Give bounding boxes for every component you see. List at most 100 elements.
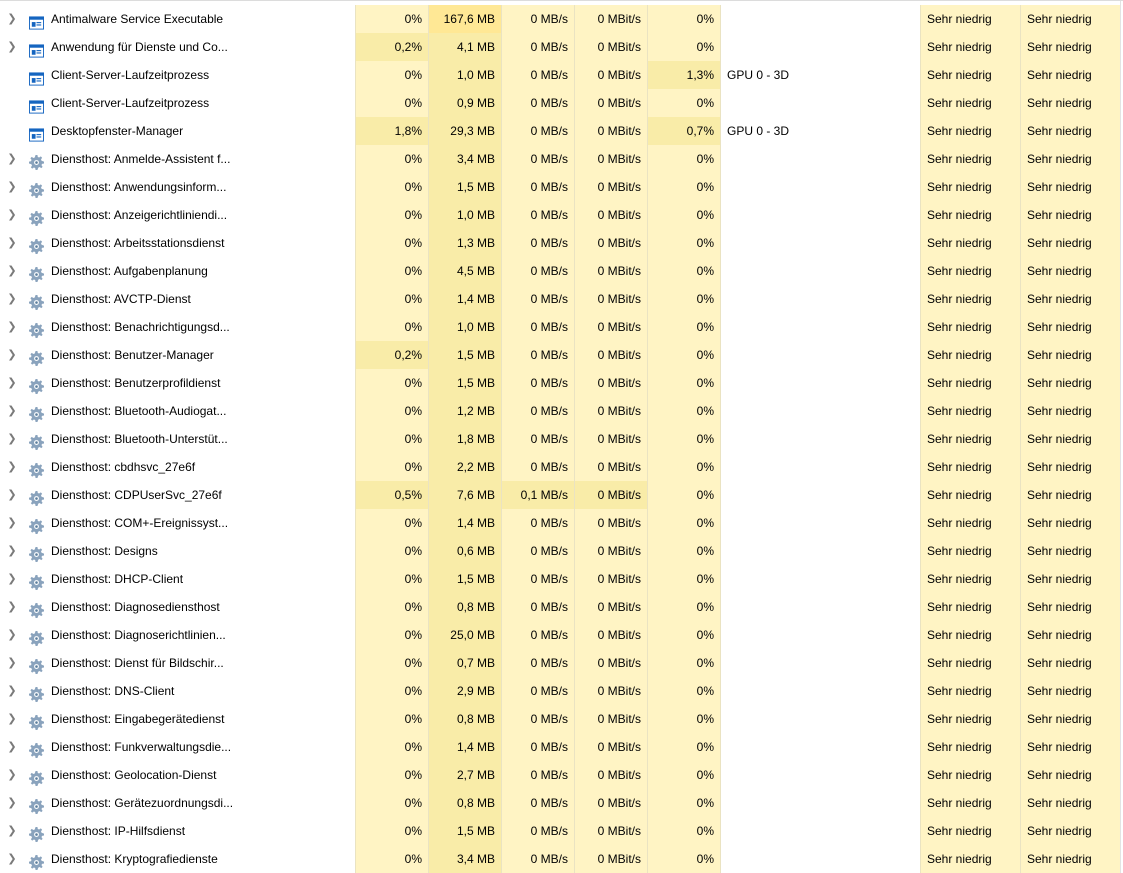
gpu-cell: 0%: [647, 565, 720, 593]
chevron-right-icon[interactable]: ❯: [6, 313, 18, 341]
chevron-right-icon[interactable]: ❯: [6, 397, 18, 425]
gpu-cell: 0%: [647, 89, 720, 117]
process-row[interactable]: Desktopfenster-Manager 1,8% 29,3 MB 0 MB/s…: [0, 117, 1123, 145]
chevron-right-icon[interactable]: ❯: [6, 201, 18, 229]
process-row[interactable]: ❯ Diensthost: Benachrichtigungsd... 0% 1,…: [0, 313, 1123, 341]
process-row[interactable]: ❯ Diensthost: DHCP-Client 0% 1,5 MB 0 MB/s…: [0, 565, 1123, 593]
process-row[interactable]: ❯ Diensthost: COM+-Ereignissyst... 0% 1,4…: [0, 509, 1123, 537]
disk-cell: 0 MB/s: [501, 397, 574, 425]
chevron-right-icon[interactable]: ❯: [6, 509, 18, 537]
process-row[interactable]: ❯ Diensthost: Aufgabenplanung 0% 4,5 MB 0 …: [0, 257, 1123, 285]
chevron-right-icon[interactable]: ❯: [6, 565, 18, 593]
process-row[interactable]: ❯ Diensthost: AVCTP-Dienst 0% 1,4 MB 0 MB/…: [0, 285, 1123, 313]
process-name: Diensthost: Designs: [51, 544, 158, 558]
chevron-right-icon[interactable]: ❯: [6, 453, 18, 481]
cpu-cell: 0%: [355, 145, 428, 173]
chevron-right-icon[interactable]: ❯: [6, 761, 18, 789]
process-row[interactable]: ❯ Diensthost: Bluetooth-Audiogat... 0% 1,…: [0, 397, 1123, 425]
network-cell: 0 MBit/s: [574, 789, 647, 817]
process-row[interactable]: ❯ Diensthost: Bluetooth-Unterstüt... 0% 1…: [0, 425, 1123, 453]
memory-cell: 2,2 MB: [428, 453, 501, 481]
process-name: Diensthost: Gerätezuordnungsdi...: [51, 796, 234, 810]
chevron-right-icon[interactable]: ❯: [6, 593, 18, 621]
chevron-right-icon[interactable]: ❯: [6, 845, 18, 873]
cpu-cell: 0%: [355, 453, 428, 481]
cpu-cell: 0%: [355, 5, 428, 33]
disk-cell: 0 MB/s: [501, 705, 574, 733]
chevron-right-icon[interactable]: ❯: [6, 425, 18, 453]
process-row[interactable]: ❯ Diensthost: Eingabegerätedienst 0% 0,8 …: [0, 705, 1123, 733]
chevron-right-icon[interactable]: ❯: [6, 621, 18, 649]
gpu-engine-cell: [720, 621, 920, 649]
process-row[interactable]: ❯ Diensthost: Geolocation-Dienst 0% 2,7 M…: [0, 761, 1123, 789]
process-row[interactable]: ❯ Diensthost: Benutzerprofildienst 0% 1,5…: [0, 369, 1123, 397]
chevron-right-icon[interactable]: ❯: [6, 733, 18, 761]
power-trend-cell: Sehr niedrig: [1020, 565, 1120, 593]
process-row[interactable]: Client-Server-Laufzeitprozess 0% 1,0 MB 0 …: [0, 61, 1123, 89]
power-trend-cell: Sehr niedrig: [1020, 649, 1120, 677]
gpu-cell: 0,7%: [647, 117, 720, 145]
chevron-right-icon[interactable]: ❯: [6, 257, 18, 285]
process-row[interactable]: ❯ Diensthost: cbdhsvc_27e6f 0% 2,2 MB 0 MB…: [0, 453, 1123, 481]
process-row[interactable]: ❯ Diensthost: Anmelde-Assistent f... 0% 3…: [0, 145, 1123, 173]
gpu-cell: 0%: [647, 285, 720, 313]
process-row[interactable]: ❯ Diensthost: Benutzer-Manager 0,2% 1,5 M…: [0, 341, 1123, 369]
process-row[interactable]: ❯ Diensthost: Dienst für Bildschir... 0%…: [0, 649, 1123, 677]
chevron-right-icon[interactable]: ❯: [6, 649, 18, 677]
chevron-right-icon[interactable]: ❯: [6, 369, 18, 397]
chevron-right-icon[interactable]: ❯: [6, 789, 18, 817]
process-row[interactable]: ❯ Diensthost: DNS-Client 0% 2,9 MB 0 MB/s 0…: [0, 677, 1123, 705]
power-trend-cell: Sehr niedrig: [1020, 285, 1120, 313]
power-usage-cell: Sehr niedrig: [920, 817, 1020, 845]
network-cell: 0 MBit/s: [574, 817, 647, 845]
power-trend-cell: Sehr niedrig: [1020, 33, 1120, 61]
gear-icon: [29, 516, 44, 534]
power-trend-cell: Sehr niedrig: [1020, 621, 1120, 649]
process-row[interactable]: ❯ Anwendung für Dienste und Co... 0,2% 4,…: [0, 33, 1123, 61]
process-row[interactable]: Client-Server-Laufzeitprozess 0% 0,9 MB 0 …: [0, 89, 1123, 117]
power-trend-cell: Sehr niedrig: [1020, 537, 1120, 565]
chevron-right-icon[interactable]: ❯: [6, 229, 18, 257]
memory-cell: 1,0 MB: [428, 313, 501, 341]
power-usage-cell: Sehr niedrig: [920, 285, 1020, 313]
process-row[interactable]: ❯ Diensthost: Anwendungsinform... 0% 1,5 …: [0, 173, 1123, 201]
name-cell: ❯ Diensthost: Eingabegerätedienst: [0, 705, 355, 733]
cpu-cell: 0%: [355, 397, 428, 425]
gpu-cell: 0%: [647, 229, 720, 257]
chevron-right-icon[interactable]: ❯: [6, 341, 18, 369]
gpu-cell: 1,3%: [647, 61, 720, 89]
chevron-right-icon[interactable]: ❯: [6, 537, 18, 565]
disk-cell: 0 MB/s: [501, 733, 574, 761]
power-usage-cell: Sehr niedrig: [920, 145, 1020, 173]
chevron-right-icon[interactable]: ❯: [6, 285, 18, 313]
chevron-right-icon[interactable]: ❯: [6, 481, 18, 509]
chevron-right-icon[interactable]: ❯: [6, 817, 18, 845]
process-row[interactable]: ❯ Antimalware Service Executable 0% 167,6…: [0, 5, 1123, 33]
process-row[interactable]: ❯ Diensthost: Diagnoserichtlinien... 0% 2…: [0, 621, 1123, 649]
chevron-right-icon[interactable]: ❯: [6, 145, 18, 173]
process-row[interactable]: ❯ Diensthost: Designs 0% 0,6 MB 0 MB/s 0 MB…: [0, 537, 1123, 565]
process-row[interactable]: ❯ Diensthost: Diagnosediensthost 0% 0,8 M…: [0, 593, 1123, 621]
disk-cell: 0 MB/s: [501, 453, 574, 481]
process-row[interactable]: ❯ Diensthost: Arbeitsstationsdienst 0% 1,…: [0, 229, 1123, 257]
process-row[interactable]: ❯ Diensthost: Funkverwaltungsdie... 0% 1,…: [0, 733, 1123, 761]
gpu-engine-cell: GPU 0 - 3D: [720, 61, 920, 89]
network-cell: 0 MBit/s: [574, 313, 647, 341]
power-usage-cell: Sehr niedrig: [920, 341, 1020, 369]
name-cell: ❯ Diensthost: DNS-Client: [0, 677, 355, 705]
power-usage-cell: Sehr niedrig: [920, 229, 1020, 257]
process-row[interactable]: ❯ Diensthost: IP-Hilfsdienst 0% 1,5 MB 0 M…: [0, 817, 1123, 845]
chevron-right-icon[interactable]: ❯: [6, 173, 18, 201]
gear-icon: [29, 572, 44, 590]
chevron-right-icon[interactable]: ❯: [6, 705, 18, 733]
chevron-right-icon[interactable]: ❯: [6, 5, 18, 33]
chevron-right-icon[interactable]: ❯: [6, 33, 18, 61]
memory-cell: 1,0 MB: [428, 61, 501, 89]
process-row[interactable]: ❯ Diensthost: CDPUserSvc_27e6f 0,5% 7,6 M…: [0, 481, 1123, 509]
network-cell: 0 MBit/s: [574, 621, 647, 649]
process-row[interactable]: ❯ Diensthost: Kryptografiedienste 0% 3,4 …: [0, 845, 1123, 873]
process-row[interactable]: ❯ Diensthost: Gerätezuordnungsdi... 0% 0,…: [0, 789, 1123, 817]
disk-cell: 0 MB/s: [501, 789, 574, 817]
chevron-right-icon[interactable]: ❯: [6, 677, 18, 705]
process-row[interactable]: ❯ Diensthost: Anzeigerichtliniendi... 0%…: [0, 201, 1123, 229]
